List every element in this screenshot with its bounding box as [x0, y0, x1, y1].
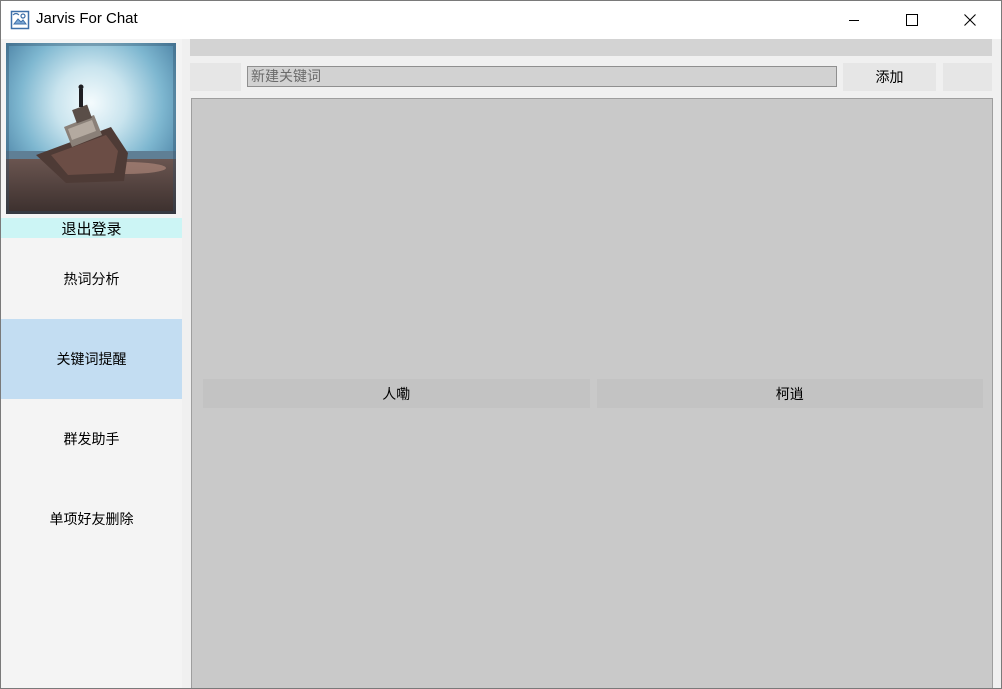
window-title: Jarvis For Chat: [36, 10, 138, 27]
keyword-item[interactable]: 柯逍: [596, 379, 983, 408]
sidebar-item-keyword-alert[interactable]: 关键词提醒: [1, 319, 182, 399]
sidebar-item-group-send[interactable]: 群发助手: [1, 399, 182, 479]
main-content: 添加 人嘞 柯逍: [182, 39, 1001, 688]
add-button[interactable]: 添加: [843, 63, 936, 91]
title-bar[interactable]: Jarvis For Chat: [1, 1, 1001, 39]
top-strip: [190, 39, 992, 56]
sidebar-item-label: 群发助手: [63, 432, 120, 448]
app-logo-icon: [10, 10, 30, 30]
keyword-input[interactable]: [247, 66, 837, 87]
keyword-item[interactable]: 人嘞: [203, 379, 590, 408]
avatar-image: [6, 43, 176, 214]
avatar[interactable]: [6, 43, 176, 214]
keyword-list: 人嘞 柯逍: [203, 379, 983, 408]
sidebar-item-label: 单项好友删除: [49, 512, 134, 528]
toolbar-blank-right: [943, 63, 992, 91]
logout-button[interactable]: 退出登录: [1, 218, 182, 238]
maximize-icon: [906, 14, 918, 26]
sidebar-item-label: 关键词提醒: [56, 352, 127, 368]
close-button[interactable]: [941, 1, 999, 39]
app-window: Jarvis For Chat 退出登录 热词分析 关键词提醒 群发助手 单项好…: [0, 0, 1002, 689]
minimize-button[interactable]: [825, 1, 883, 39]
sidebar: 退出登录 热词分析 关键词提醒 群发助手 单项好友删除: [1, 39, 182, 688]
keyword-list-panel: 人嘞 柯逍: [191, 98, 993, 688]
maximize-button[interactable]: [883, 1, 941, 39]
close-icon: [964, 14, 976, 26]
sidebar-item-label: 热词分析: [63, 272, 120, 288]
toolbar-blank-left: [190, 63, 241, 91]
sidebar-item-friend-delete[interactable]: 单项好友删除: [1, 479, 182, 559]
minimize-icon: [849, 20, 859, 21]
sidebar-item-hot-words[interactable]: 热词分析: [1, 239, 182, 319]
